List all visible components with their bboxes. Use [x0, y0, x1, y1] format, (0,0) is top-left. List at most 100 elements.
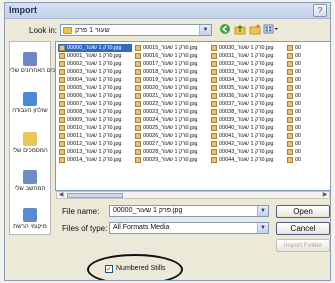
- file-item[interactable]: 00000_פרק 1 שעור.jpg: [58, 44, 132, 52]
- file-item[interactable]: 00016_פרק 1 שעור.jpg: [134, 52, 208, 60]
- places-item-desktop[interactable]: שולחן העבודה: [10, 92, 50, 115]
- file-item-label: 00022_פרק 1 שעור.jpg: [143, 101, 198, 107]
- file-item[interactable]: 00: [286, 132, 330, 140]
- places-item-label: המחשב שלי: [14, 186, 46, 192]
- scroll-right-icon[interactable]: ▶: [321, 192, 329, 198]
- file-item[interactable]: 00: [286, 68, 330, 76]
- file-item[interactable]: 00: [286, 100, 330, 108]
- file-item[interactable]: 00036_פרק 1 שעור.jpg: [210, 92, 284, 100]
- image-file-icon: [287, 85, 293, 91]
- places-item-my-documents[interactable]: המסמכים שלי: [10, 132, 50, 155]
- file-item[interactable]: 00025_פרק 1 שעור.jpg: [134, 124, 208, 132]
- file-item[interactable]: 00: [286, 76, 330, 84]
- file-item[interactable]: 00: [286, 84, 330, 92]
- file-item[interactable]: 00041_פרק 1 שעור.jpg: [210, 132, 284, 140]
- file-item[interactable]: 00: [286, 92, 330, 100]
- file-item[interactable]: 00039_פרק 1 שעור.jpg: [210, 116, 284, 124]
- file-item[interactable]: 00002_פרק 1 שעור.jpg: [58, 60, 132, 68]
- open-button[interactable]: Open: [276, 205, 330, 218]
- file-item[interactable]: 00021_פרק 1 שעור.jpg: [134, 92, 208, 100]
- file-item[interactable]: 00013_פרק 1 שעור.jpg: [58, 148, 132, 156]
- file-item[interactable]: 00023_פרק 1 שעור.jpg: [134, 108, 208, 116]
- file-item[interactable]: 00007_פרק 1 שעור.jpg: [58, 100, 132, 108]
- file-item[interactable]: 00030_פרק 1 שעור.jpg: [210, 44, 284, 52]
- file-item[interactable]: 00: [286, 116, 330, 124]
- files-of-type-label: Files of type:: [62, 224, 108, 233]
- file-item[interactable]: 00018_פרק 1 שעור.jpg: [134, 68, 208, 76]
- file-item[interactable]: 00: [286, 156, 330, 164]
- file-item[interactable]: 00032_פרק 1 שעור.jpg: [210, 60, 284, 68]
- scroll-left-icon[interactable]: ◀: [57, 192, 65, 198]
- file-item[interactable]: 00028_פרק 1 שעור.jpg: [134, 148, 208, 156]
- file-column: 00 00 00 00 00 00 00 00 00 00 00 00 00 00 00: [286, 44, 330, 164]
- file-item[interactable]: 00019_פרק 1 שעור.jpg: [134, 76, 208, 84]
- file-item[interactable]: 00014_פרק 1 שעור.jpg: [58, 156, 132, 164]
- file-item[interactable]: 00: [286, 60, 330, 68]
- files-of-type-select[interactable]: All Formats Media ▼: [109, 222, 269, 234]
- chevron-down-icon[interactable]: ▼: [257, 223, 268, 233]
- desktop-icon: [23, 92, 37, 106]
- file-item[interactable]: 00: [286, 108, 330, 116]
- file-item-label: 00: [295, 77, 302, 83]
- file-item[interactable]: 00024_פרק 1 שעור.jpg: [134, 116, 208, 124]
- file-item[interactable]: 00034_פרק 1 שעור.jpg: [210, 76, 284, 84]
- file-item[interactable]: 00005_פרק 1 שעור.jpg: [58, 84, 132, 92]
- places-item-my-computer[interactable]: המחשב שלי: [10, 170, 50, 193]
- file-item-label: 00023_פרק 1 שעור.jpg: [143, 109, 198, 115]
- back-icon[interactable]: [219, 23, 231, 35]
- file-item[interactable]: 00001_פרק 1 שעור.jpg: [58, 52, 132, 60]
- image-file-icon: [135, 117, 141, 123]
- file-item[interactable]: 00026_פרק 1 שעור.jpg: [134, 132, 208, 140]
- file-item[interactable]: 00010_פרק 1 שעור.jpg: [58, 124, 132, 132]
- file-item-label: 00016_פרק 1 שעור.jpg: [143, 53, 198, 59]
- image-file-icon: [59, 149, 65, 155]
- image-file-icon: [211, 141, 217, 147]
- help-button[interactable]: ?: [313, 4, 327, 17]
- file-item[interactable]: 00006_פרק 1 שעור.jpg: [58, 92, 132, 100]
- chevron-down-icon[interactable]: ▼: [257, 206, 268, 216]
- file-item[interactable]: 00: [286, 148, 330, 156]
- file-item[interactable]: 00033_פרק 1 שעור.jpg: [210, 68, 284, 76]
- chevron-down-icon[interactable]: ▼: [199, 25, 211, 35]
- file-item[interactable]: 00: [286, 44, 330, 52]
- file-name-field[interactable]: 00000_פרק 1 שעור.jpg ▼: [109, 205, 269, 217]
- file-item[interactable]: 00003_פרק 1 שעור.jpg: [58, 68, 132, 76]
- file-item[interactable]: 00043_פרק 1 שעור.jpg: [210, 148, 284, 156]
- file-item[interactable]: 00040_פרק 1 שעור.jpg: [210, 124, 284, 132]
- horizontal-scrollbar[interactable]: ◀ ▶: [56, 191, 330, 199]
- file-item[interactable]: 00029_פרק 1 שעור.jpg: [134, 156, 208, 164]
- up-folder-icon[interactable]: [234, 23, 246, 35]
- file-list[interactable]: 00000_פרק 1 שעור.jpg 00001_פרק 1 שעור.jpg…: [55, 41, 330, 191]
- file-item[interactable]: 00015_פרק 1 שעור.jpg: [134, 44, 208, 52]
- places-item-recent[interactable]: המסמכים האחרונים שלי: [10, 52, 71, 75]
- file-item[interactable]: 00035_פרק 1 שעור.jpg: [210, 84, 284, 92]
- views-menu-icon[interactable]: [263, 23, 279, 35]
- scrollbar-thumb[interactable]: [67, 193, 123, 198]
- file-item[interactable]: 00011_פרק 1 שעור.jpg: [58, 132, 132, 140]
- image-file-icon: [211, 45, 217, 51]
- file-item[interactable]: 00: [286, 124, 330, 132]
- new-folder-icon[interactable]: [249, 23, 261, 35]
- file-item[interactable]: 00038_פרק 1 שעור.jpg: [210, 108, 284, 116]
- file-item[interactable]: 00027_פרק 1 שעור.jpg: [134, 140, 208, 148]
- file-item[interactable]: 00: [286, 140, 330, 148]
- file-item-label: 00034_פרק 1 שעור.jpg: [219, 77, 274, 83]
- file-item[interactable]: 00004_פרק 1 שעור.jpg: [58, 76, 132, 84]
- image-file-icon: [135, 149, 141, 155]
- file-item[interactable]: 00009_פרק 1 שעור.jpg: [58, 116, 132, 124]
- cancel-button[interactable]: Cancel: [276, 222, 330, 235]
- import-folder-button[interactable]: Import Folder: [276, 239, 330, 252]
- look-in-combobox[interactable]: שעור 1 פרק ▼: [60, 24, 212, 36]
- file-item[interactable]: 00022_פרק 1 שעור.jpg: [134, 100, 208, 108]
- file-item[interactable]: 00044_פרק 1 שעור.jpg: [210, 156, 284, 164]
- file-item[interactable]: 00012_פרק 1 שעור.jpg: [58, 140, 132, 148]
- file-item[interactable]: 00: [286, 52, 330, 60]
- file-item[interactable]: 00037_פרק 1 שעור.jpg: [210, 100, 284, 108]
- file-item[interactable]: 00008_פרק 1 שעור.jpg: [58, 108, 132, 116]
- places-item-network[interactable]: מיקומי הרשת: [10, 208, 50, 231]
- file-item[interactable]: 00020_פרק 1 שעור.jpg: [134, 84, 208, 92]
- file-item[interactable]: 00031_פרק 1 שעור.jpg: [210, 52, 284, 60]
- file-item[interactable]: 00042_פרק 1 שעור.jpg: [210, 140, 284, 148]
- folder-icon: [63, 27, 72, 34]
- file-item[interactable]: 00017_פרק 1 שעור.jpg: [134, 60, 208, 68]
